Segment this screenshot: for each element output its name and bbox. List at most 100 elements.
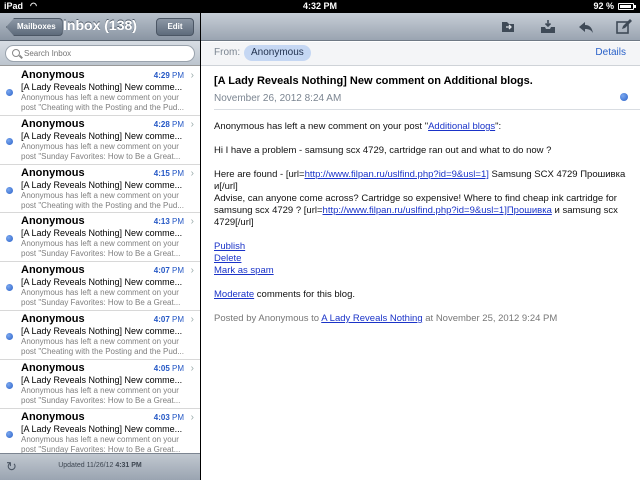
compose-icon[interactable] — [615, 18, 633, 36]
list-toolbar: Mailboxes Inbox (138) Edit — [0, 13, 200, 41]
updated-label: Updated — [58, 462, 85, 469]
chevron-right-icon: › — [190, 70, 194, 81]
message-list-item[interactable]: Anonymous 4:03 PM › [A Lady Reveals Nothing… — [0, 408, 200, 458]
message-list-item[interactable]: Anonymous 4:07 PM › [A Lady Reveals Nothing… — [0, 262, 200, 311]
mark-as-spam-link[interactable]: Mark as spam — [214, 265, 274, 276]
chevron-right-icon: › — [190, 265, 194, 277]
message-preview: Anonymous has left a new comment on your… — [21, 288, 181, 308]
spam-url-link-2[interactable]: http://www.filpan.ru/uslfind.php?id=9&us… — [323, 205, 552, 216]
message-preview: Anonymous has left a new comment on your… — [21, 93, 184, 112]
message-sender: Anonymous — [21, 410, 85, 423]
battery-percent: 92 % — [593, 1, 614, 11]
message-time: 4:07 PM — [153, 266, 184, 276]
message-list-pane: Mailboxes Inbox (138) Edit Anonymous 4:29… — [0, 13, 200, 480]
unread-dot — [6, 284, 13, 292]
unread-dot — [6, 430, 13, 438]
unread-dot — [6, 186, 13, 194]
message-subject-line: [A Lady Reveals Nothing] New comme... — [21, 179, 183, 190]
body-paragraph-2: Hi I have a problem - samsung scx 4729, … — [214, 145, 552, 156]
message-sender: Anonymous — [21, 166, 85, 179]
message-subject-line: [A Lady Reveals Nothing] New comme... — [21, 82, 183, 92]
publish-link[interactable]: Publish — [214, 241, 245, 252]
message-preview: Anonymous has left a new comment on your… — [21, 239, 181, 259]
unread-dot — [6, 89, 13, 96]
message-body: Anonymous has left a new comment on your… — [214, 121, 626, 337]
message-preview: Anonymous has left a new comment on your… — [21, 336, 184, 356]
chevron-right-icon: › — [190, 118, 194, 130]
message-time: 4:03 PM — [153, 412, 184, 422]
message-list-item[interactable]: Anonymous 4:05 PM › [A Lady Reveals Nothing… — [0, 359, 200, 409]
message-preview: Anonymous has left a new comment on your… — [21, 141, 181, 161]
spam-url-link-1[interactable]: http://www.filpan.ru/uslfind.php?id=9&us… — [305, 169, 489, 180]
header-divider — [214, 109, 640, 110]
moderate-link[interactable]: Moderate — [214, 289, 254, 300]
status-time: 4:32 PM — [302, 1, 337, 11]
sender-pill[interactable]: Anonymous — [244, 45, 311, 61]
message-preview: Anonymous has left a new comment on your… — [21, 190, 184, 210]
message-view-pane: From: Anonymous Details [A Lady Reveals … — [201, 13, 640, 480]
message-header: From: Anonymous Details — [201, 42, 640, 66]
status-bar: iPad ◠ 4:32 PM 92 % — [0, 0, 640, 13]
body-paragraph-1: Anonymous has left a new comment on your… — [214, 121, 502, 132]
chevron-right-icon: › — [190, 167, 194, 179]
unread-dot — [6, 332, 13, 340]
message-sender: Anonymous — [21, 312, 85, 325]
from-label: From: — [214, 47, 241, 58]
message-sender: Anonymous — [21, 215, 85, 228]
unread-dot — [6, 381, 13, 389]
chevron-right-icon: › — [190, 362, 194, 374]
archive-icon[interactable] — [539, 18, 557, 36]
message-time: 4:29 PM — [153, 71, 184, 80]
posted-by-line: Posted by Anonymous to A Lady Reveals No… — [214, 313, 558, 324]
battery-icon — [618, 3, 636, 10]
unread-dot — [6, 235, 13, 243]
message-subject-line: [A Lady Reveals Nothing] New comme... — [21, 374, 183, 385]
move-folder-icon[interactable] — [499, 18, 517, 36]
message-time: 4:13 PM — [153, 217, 184, 227]
chevron-right-icon: › — [190, 313, 194, 325]
message-subject-line: [A Lady Reveals Nothing] New comme... — [21, 277, 183, 288]
message-preview: Anonymous has left a new comment on your… — [21, 434, 181, 454]
message-subject-line: [A Lady Reveals Nothing] New comme... — [21, 228, 183, 239]
search-input[interactable] — [24, 47, 184, 60]
chevron-right-icon: › — [190, 216, 194, 228]
body-paragraph-3: Here are found - [url=http://www.filpan.… — [214, 169, 626, 228]
message-toolbar — [201, 13, 640, 41]
search-bar — [0, 41, 200, 66]
post-link[interactable]: Additional blogs — [428, 121, 495, 132]
list-bottom-bar: ↻ Updated 11/26/12 4:31 PM — [0, 453, 200, 480]
message-subject-line: [A Lady Reveals Nothing] New comme... — [21, 325, 183, 336]
message-sender: Anonymous — [21, 361, 85, 374]
message-list-item[interactable]: Anonymous 4:07 PM › [A Lady Reveals Nothing… — [0, 310, 200, 360]
message-sender: Anonymous — [21, 69, 85, 81]
message-list: Anonymous 4:29 PM › [A Lady Reveals Nothing… — [0, 67, 200, 458]
message-subject-line: [A Lady Reveals Nothing] New comme... — [21, 130, 183, 141]
message-list-item[interactable]: Anonymous 4:28 PM › [A Lady Reveals Nothing… — [0, 115, 200, 165]
message-sender: Anonymous — [21, 117, 85, 130]
updated-date: 11/26/12 — [86, 462, 114, 469]
search-icon — [12, 49, 20, 57]
message-list-item[interactable]: Anonymous 4:15 PM › [A Lady Reveals Nothing… — [0, 164, 200, 214]
message-list-item[interactable]: Anonymous 4:13 PM › [A Lady Reveals Nothing… — [0, 213, 200, 263]
search-field[interactable] — [5, 45, 195, 62]
blog-link[interactable]: A Lady Reveals Nothing — [321, 313, 422, 324]
action-links: Publish Delete Mark as spam — [214, 241, 626, 277]
message-sender: Anonymous — [21, 264, 85, 277]
moderate-line: Moderate comments for this blog. — [214, 289, 355, 300]
edit-button[interactable]: Edit — [156, 18, 194, 36]
unread-dot — [6, 137, 13, 145]
updated-status: Updated 11/26/12 4:31 PM — [0, 462, 200, 469]
message-subject: [A Lady Reveals Nothing] New comment on … — [214, 75, 533, 87]
message-subject-line: [A Lady Reveals Nothing] New comme... — [21, 423, 183, 434]
updated-time: 4:31 PM — [115, 462, 142, 469]
unread-indicator[interactable] — [620, 93, 628, 101]
delete-link[interactable]: Delete — [214, 253, 241, 264]
message-list-item[interactable]: Anonymous 4:29 PM › [A Lady Reveals Nothing… — [0, 67, 200, 116]
details-link[interactable]: Details — [595, 47, 626, 58]
message-time: 4:28 PM — [153, 119, 184, 129]
reply-icon[interactable] — [577, 18, 595, 36]
message-time: 4:05 PM — [153, 363, 184, 373]
message-preview: Anonymous has left a new comment on your… — [21, 385, 181, 405]
message-time: 4:07 PM — [153, 314, 184, 324]
chevron-right-icon: › — [190, 411, 194, 423]
